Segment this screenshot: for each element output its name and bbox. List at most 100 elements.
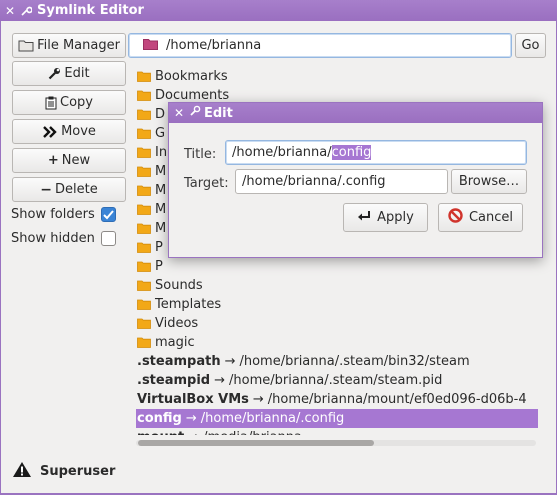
folder-icon: [137, 261, 151, 272]
folder-name: Sounds: [155, 278, 203, 293]
title-field[interactable]: /home/brianna/config: [225, 140, 527, 165]
delete-button[interactable]: − Delete: [12, 177, 126, 202]
file-manager-button[interactable]: File Manager: [12, 33, 126, 58]
move-button[interactable]: Move: [12, 119, 126, 144]
new-label: New: [61, 153, 91, 168]
folder-icon: [137, 299, 151, 310]
symlink-row[interactable]: .steampid → /home/brianna/.steam/steam.pid: [136, 371, 538, 390]
wrench-icon: [189, 105, 201, 121]
folder-row[interactable]: Templates: [136, 295, 538, 314]
path-input[interactable]: /home/brianna: [128, 33, 512, 58]
folder-icon: [137, 204, 151, 215]
folder-name: D: [155, 107, 166, 122]
symlink-target: /home/brianna/mount/ef0ed096-d06b-4: [267, 392, 527, 407]
symlink-name: VirtualBox VMs: [137, 392, 249, 407]
arrow-icon: →: [188, 430, 199, 435]
symlink-name: .steampid: [137, 373, 211, 388]
apply-label: Apply: [377, 210, 414, 225]
show-hidden-label: Show hidden: [11, 231, 95, 246]
folder-name: magic: [155, 335, 195, 350]
warning-icon: [12, 461, 32, 482]
symlink-target: /media/brianna: [203, 430, 302, 435]
symlink-row[interactable]: .steampath →/home/brianna/.steam/bin32/st…: [136, 352, 538, 371]
symlink-name: .steampath: [137, 354, 221, 369]
symlink-target: /home/brianna/.steam/steam.pid: [229, 373, 443, 388]
folder-row[interactable]: Sounds: [136, 276, 538, 295]
folder-row[interactable]: magic: [136, 333, 538, 352]
folder-icon: [137, 128, 151, 139]
wrench-icon: [48, 67, 61, 80]
go-label: Go: [521, 38, 540, 53]
folder-icon: [137, 223, 151, 234]
folder-name: G: [155, 126, 166, 141]
window-title: Symlink Editor: [37, 3, 144, 18]
folder-row[interactable]: Videos: [136, 314, 538, 333]
folder-name: In: [155, 145, 168, 160]
copy-button[interactable]: Copy: [12, 90, 126, 115]
edit-dialog: ✕ Edit Title: /home/brianna/config Targe…: [168, 102, 543, 258]
symlink-target: /home/brianna/.config: [200, 411, 345, 426]
folder-name: Bookmarks: [155, 69, 228, 84]
target-field-label: Target:: [184, 176, 229, 191]
symlink-target: /home/brianna/.steam/bin32/steam: [239, 354, 470, 369]
window-titlebar: ✕ Symlink Editor: [0, 0, 557, 21]
apply-button[interactable]: Apply: [343, 203, 428, 232]
symlink-row[interactable]: VirtualBox VMs →/home/brianna/mount/ef0ed…: [136, 390, 538, 409]
move-label: Move: [61, 124, 96, 139]
title-field-label: Title:: [184, 147, 217, 162]
folder-icon: [137, 71, 151, 82]
path-value: /home/brianna: [166, 38, 262, 53]
folder-icon: [18, 39, 34, 52]
double-chevron-right-icon: [42, 125, 58, 138]
folder-icon: [137, 242, 151, 253]
close-icon[interactable]: ✕: [2, 4, 18, 18]
edit-button[interactable]: Edit: [12, 61, 126, 86]
show-folders-checkbox[interactable]: [100, 207, 116, 222]
dialog-title: Edit: [204, 105, 233, 121]
superuser-status: Superuser: [12, 461, 115, 482]
folder-icon: [137, 185, 151, 196]
show-hidden-checkbox[interactable]: [100, 231, 116, 246]
folder-icon: [137, 318, 151, 329]
apply-arrow-icon: [357, 210, 371, 226]
folder-name: Templates: [155, 297, 222, 312]
folder-name: P: [155, 259, 163, 274]
new-button[interactable]: + New: [12, 148, 126, 173]
horizontal-scrollbar[interactable]: [136, 437, 538, 447]
browse-label: Browse…: [458, 174, 520, 189]
close-icon[interactable]: ✕: [172, 106, 186, 120]
title-field-selection: config: [331, 145, 372, 160]
arrow-icon: →: [252, 392, 264, 407]
target-field[interactable]: /home/brianna/.config: [235, 169, 448, 194]
folder-icon: [137, 337, 151, 348]
go-button[interactable]: Go: [515, 33, 546, 58]
folder-name: P: [155, 240, 163, 255]
cancel-button[interactable]: Cancel: [438, 203, 523, 232]
dialog-titlebar: ✕ Edit: [169, 103, 542, 123]
arrow-icon: →: [185, 411, 197, 426]
folder-icon: [137, 280, 151, 291]
arrow-icon: →: [224, 354, 236, 369]
wrench-icon: [18, 5, 34, 17]
edit-label: Edit: [64, 66, 90, 81]
show-folders-row[interactable]: Show folders: [11, 207, 116, 222]
symlink-row[interactable]: config →/home/brianna/.config: [136, 409, 538, 428]
folder-row[interactable]: P: [136, 257, 538, 276]
minus-icon: −: [40, 181, 52, 198]
folder-icon: [137, 166, 151, 177]
folder-name: M: [155, 164, 167, 179]
folder-icon: [137, 147, 151, 158]
folder-row[interactable]: Bookmarks: [136, 67, 538, 86]
cancel-icon: [448, 208, 463, 227]
folder-icon: [137, 90, 151, 101]
symlink-row[interactable]: mount → /media/brianna: [136, 428, 538, 435]
scrollbar-thumb[interactable]: [138, 440, 374, 446]
cancel-label: Cancel: [468, 210, 514, 225]
folder-name: M: [155, 183, 167, 198]
browse-button[interactable]: Browse…: [451, 169, 527, 194]
clipboard-icon: [45, 96, 57, 110]
superuser-label: Superuser: [40, 464, 116, 479]
show-hidden-row[interactable]: Show hidden: [11, 231, 116, 246]
target-field-value: /home/brianna/.config: [242, 174, 386, 189]
home-folder-icon: [143, 38, 158, 54]
